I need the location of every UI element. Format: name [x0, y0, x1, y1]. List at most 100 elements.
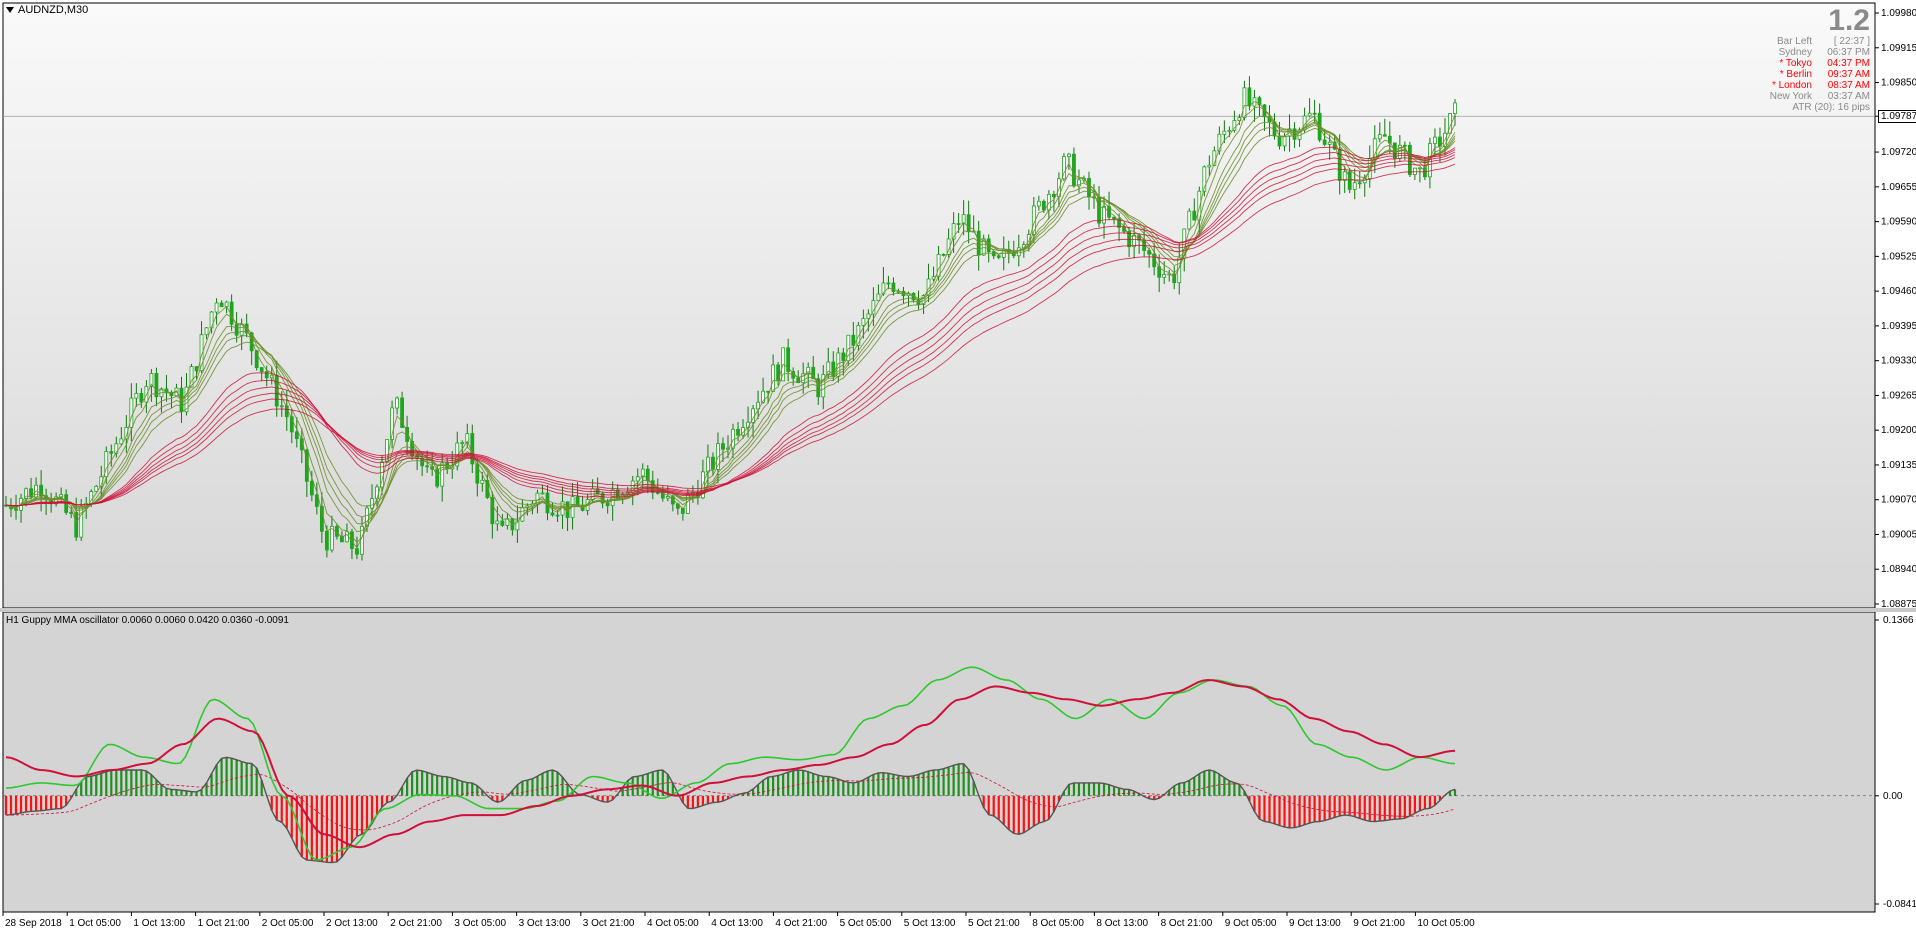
session-row: * London 08:37 AM [1742, 80, 1870, 91]
candle-body[interactable] [1222, 130, 1227, 135]
candle-body[interactable] [966, 214, 971, 233]
candle-body[interactable] [435, 468, 440, 487]
session-time: 04:37 PM [1827, 58, 1870, 69]
candle-body[interactable] [440, 462, 445, 487]
candle-body[interactable] [139, 392, 144, 403]
candle-body[interactable] [259, 367, 264, 372]
candle-body[interactable] [1051, 193, 1056, 197]
oscillator-area[interactable] [2, 611, 1876, 913]
candle-body[interactable] [771, 364, 776, 392]
main-chart-area[interactable] [2, 2, 1876, 609]
candle-body[interactable] [1102, 206, 1106, 224]
candle-body[interactable] [721, 443, 725, 450]
candle-body[interactable] [1072, 153, 1076, 187]
candle-body[interactable] [736, 428, 740, 436]
session-name: * London [1771, 80, 1812, 91]
candle-body[interactable] [1352, 182, 1357, 190]
candle-body[interactable] [605, 502, 610, 507]
candle-body[interactable] [1242, 87, 1247, 119]
candle-body[interactable] [1382, 134, 1387, 137]
candle-body[interactable] [355, 548, 359, 555]
symbol-label[interactable]: AUDNZD,M30 [6, 4, 88, 16]
candle-body[interactable] [1162, 274, 1167, 278]
current-price-box: 1.09787 [1878, 110, 1916, 124]
candle-body[interactable] [500, 520, 505, 526]
candle-body[interactable] [480, 479, 485, 484]
candle-body[interactable] [234, 323, 239, 336]
candle-body[interactable] [1187, 210, 1192, 230]
x-tick-label: 1 Oct 21:00 [198, 918, 250, 929]
candle-body[interactable] [370, 498, 374, 509]
candle-body[interactable] [1112, 216, 1116, 220]
candle-body[interactable] [941, 254, 946, 256]
candle-body[interactable] [550, 512, 555, 516]
candle-body[interactable] [375, 486, 379, 499]
candle-body[interactable] [264, 371, 269, 379]
candle-body[interactable] [345, 531, 349, 543]
candle-body[interactable] [1067, 153, 1071, 158]
candle-body[interactable] [665, 496, 670, 499]
candle-body[interactable] [1192, 210, 1197, 221]
candle-body[interactable] [1453, 102, 1457, 115]
candle-body[interactable] [279, 405, 284, 408]
candle-body[interactable] [109, 451, 114, 454]
candle-body[interactable] [936, 254, 941, 278]
candle-body[interactable] [731, 428, 735, 449]
candle-body[interactable] [1132, 234, 1137, 248]
candle-body[interactable] [1327, 141, 1332, 145]
candle-body[interactable] [1277, 135, 1282, 147]
x-tick-label: 4 Oct 13:00 [711, 918, 763, 929]
candle-body[interactable] [1247, 87, 1252, 107]
candle-body[interactable] [204, 327, 209, 336]
candle-body[interactable] [861, 318, 866, 326]
y-tick-label: 1.09005 [1881, 529, 1916, 540]
candle-body[interactable] [540, 492, 545, 495]
candle-body[interactable] [1282, 135, 1287, 147]
candle-body[interactable] [1312, 112, 1317, 115]
candle-body[interactable] [1307, 112, 1312, 117]
candle-body[interactable] [1418, 167, 1422, 170]
candle-body[interactable] [1433, 136, 1437, 144]
candle-body[interactable] [1227, 129, 1232, 132]
candle-body[interactable] [1207, 164, 1212, 168]
session-time: 08:37 AM [1827, 80, 1870, 91]
session-time: 03:37 AM [1827, 91, 1870, 102]
candle-body[interactable] [956, 223, 961, 225]
candle-body[interactable] [129, 397, 134, 428]
candle-body[interactable] [324, 530, 329, 551]
dropdown-triangle-icon[interactable] [6, 7, 14, 13]
candle-body[interactable] [996, 255, 1001, 258]
candle-body[interactable] [1342, 171, 1347, 181]
y-tick-label: 1.08940 [1881, 564, 1916, 575]
pane-separator[interactable] [0, 608, 1916, 612]
candle-body[interactable] [555, 514, 560, 517]
candle-body[interactable] [886, 282, 891, 285]
candle-body[interactable] [214, 302, 219, 313]
candle-body[interactable] [219, 302, 224, 308]
candle-body[interactable] [1377, 134, 1382, 140]
x-tick-label: 8 Oct 05:00 [1032, 918, 1084, 929]
candle-body[interactable] [154, 373, 159, 398]
candle-body[interactable] [1036, 200, 1041, 207]
candle-body[interactable] [1347, 171, 1352, 190]
candle-body[interactable] [134, 392, 139, 399]
candle-body[interactable] [706, 456, 710, 473]
candle-body[interactable] [1357, 182, 1362, 185]
session-name: * Berlin [1779, 69, 1812, 80]
trading-terminal-chart: 1.09980 1.09915 1.09850 1.09787 1.09720 1.096… [0, 0, 1916, 933]
session-time: 09:37 AM [1827, 69, 1870, 80]
candle-body[interactable] [395, 397, 399, 409]
candle-body[interactable] [1372, 138, 1377, 160]
x-tick-label: 2 Oct 05:00 [262, 918, 314, 929]
candle-body[interactable] [309, 480, 314, 496]
candle-body[interactable] [1322, 139, 1327, 145]
candle-body[interactable] [495, 520, 500, 525]
candle-body[interactable] [460, 442, 465, 444]
candle-body[interactable] [976, 230, 981, 256]
candle-body[interactable] [79, 506, 84, 538]
chart-canvas[interactable]: 1.09980 1.09915 1.09850 1.09787 1.09720 1.096… [0, 0, 1916, 933]
candle-body[interactable] [1097, 197, 1101, 224]
x-tick-label: 9 Oct 13:00 [1289, 918, 1341, 929]
candle-body[interactable] [294, 431, 299, 440]
candle-body[interactable] [425, 465, 430, 468]
